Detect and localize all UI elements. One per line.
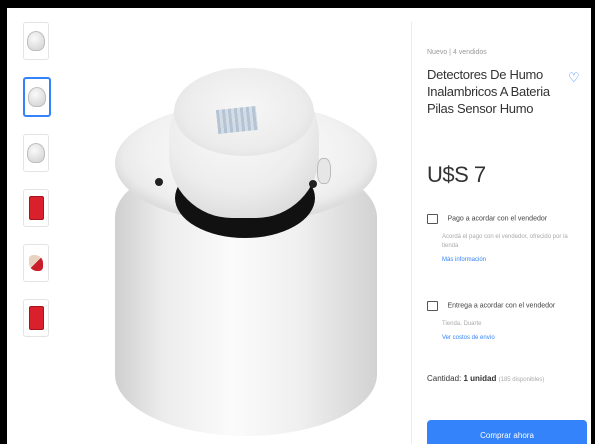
product-price: U$S 7 bbox=[427, 162, 486, 187]
payment-section: Pago a acordar con el vendedor Acordá el… bbox=[427, 210, 582, 263]
product-info-panel: Nuevo | 4 vendidos Detectores De Humo In… bbox=[411, 22, 587, 444]
white-detector-icon bbox=[28, 87, 46, 107]
indicator-light bbox=[317, 158, 331, 184]
thumbnail-3[interactable] bbox=[23, 134, 49, 172]
shipping-costs-link[interactable]: Ver costos de envío bbox=[442, 335, 582, 341]
quantity-label: Cantidad: bbox=[427, 374, 462, 383]
delivery-section: Entrega a acordar con el vendedor Tienda… bbox=[427, 297, 582, 341]
payment-detail: Acordá el pago con el vendedor, ofrecido… bbox=[442, 234, 568, 249]
product-page: Nuevo | 4 vendidos Detectores De Humo In… bbox=[7, 8, 591, 444]
delivery-label: Entrega a acordar con el vendedor bbox=[447, 302, 556, 310]
heart-icon[interactable]: ♡ bbox=[568, 70, 580, 86]
delivery-location: Tienda, Duarte bbox=[442, 321, 482, 327]
thumbnail-gallery bbox=[23, 22, 53, 354]
hand-alarm-icon bbox=[29, 255, 43, 271]
payment-info-link[interactable]: Más información bbox=[442, 257, 582, 263]
card-icon bbox=[427, 213, 438, 224]
product-condition: Nuevo | 4 vendidos bbox=[427, 49, 487, 56]
thumbnail-5[interactable] bbox=[23, 244, 49, 282]
detector-label bbox=[215, 105, 259, 135]
thumbnail-2[interactable] bbox=[23, 77, 51, 117]
buy-now-button[interactable]: Comprar ahora bbox=[427, 420, 587, 444]
location-icon bbox=[427, 300, 438, 311]
payment-label: Pago a acordar con el vendedor bbox=[447, 215, 548, 223]
thumbnail-4[interactable] bbox=[23, 189, 49, 227]
screw-icon bbox=[309, 180, 317, 188]
red-alarm-icon bbox=[28, 306, 44, 330]
product-title: Detectores De Humo Inalambricos A Bateri… bbox=[427, 67, 550, 116]
white-detector-icon bbox=[27, 143, 45, 163]
quantity-available: (185 disponibles) bbox=[498, 377, 545, 383]
quantity-value: 1 unidad bbox=[463, 374, 497, 383]
main-product-image[interactable] bbox=[87, 38, 407, 438]
screw-icon bbox=[155, 178, 163, 186]
thumbnail-1[interactable] bbox=[23, 22, 49, 60]
red-alarm-icon bbox=[28, 196, 44, 220]
white-detector-icon bbox=[27, 31, 45, 51]
quantity-selector[interactable]: Cantidad: 1 unidad (185 disponibles) bbox=[427, 374, 544, 383]
thumbnail-6[interactable] bbox=[23, 299, 49, 337]
